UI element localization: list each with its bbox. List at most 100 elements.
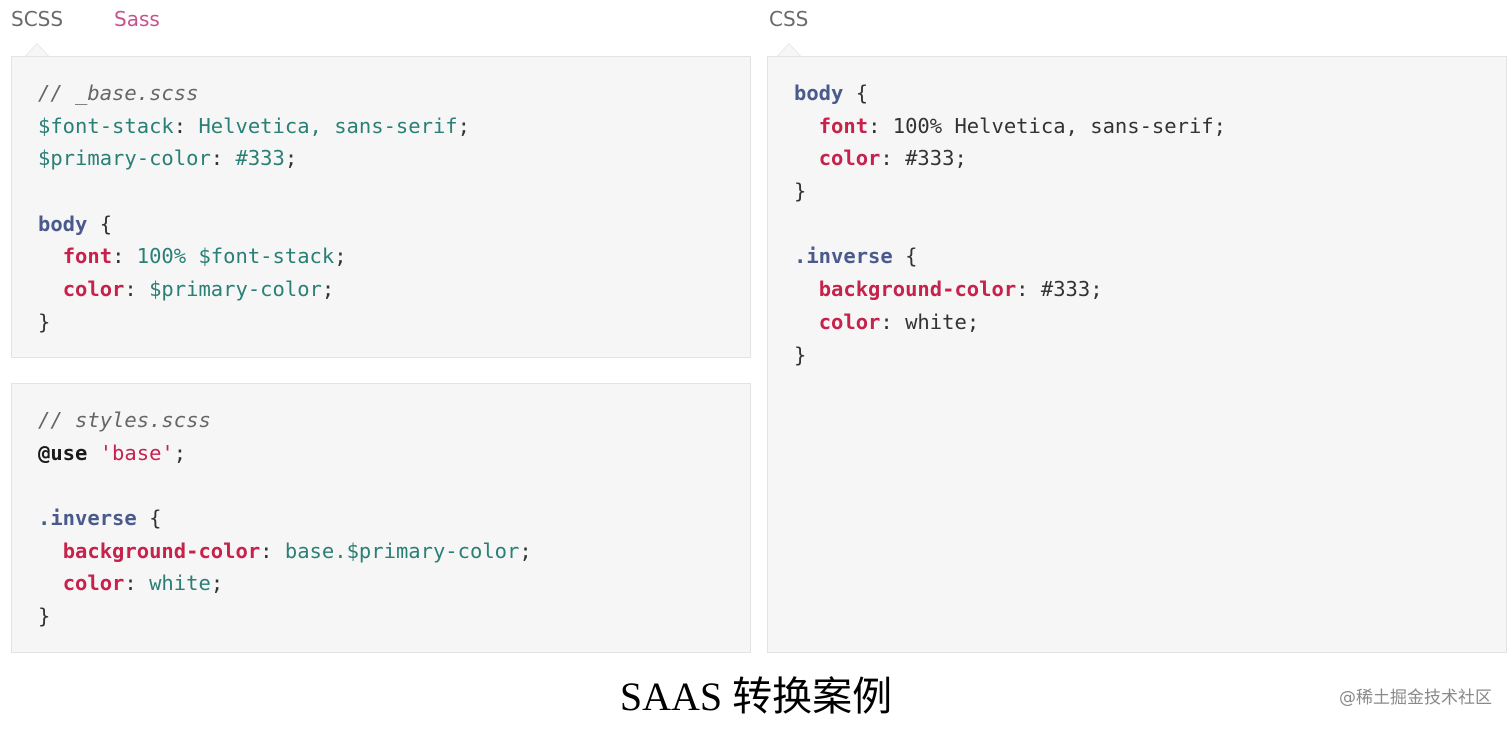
code-token: ;	[954, 146, 967, 171]
code-line: color: $primary-color;	[38, 273, 470, 306]
code-line: background-color: #333;	[794, 273, 1226, 306]
code-token: color	[818, 146, 881, 171]
code-token: {	[136, 506, 162, 531]
code-token: }	[794, 342, 807, 367]
css-output-panel: body { font: 100% Helvetica, sans-serif;…	[767, 56, 1507, 653]
code-token: color	[62, 571, 125, 596]
code-token: .inverse	[38, 506, 137, 531]
code-line: // styles.scss	[38, 404, 532, 437]
code-token: {	[892, 244, 918, 269]
code-line: font: 100% $font-stack;	[38, 240, 470, 273]
tab-scss[interactable]: SCSS	[11, 5, 63, 33]
code-token: :	[173, 113, 199, 138]
code-line: $primary-color: #333;	[38, 142, 470, 175]
code-line: body {	[38, 208, 470, 241]
code-token: :	[260, 538, 285, 563]
styles-scss-code: // styles.scss @use 'base'; .inverse { bac…	[38, 404, 532, 633]
base-scss-panel: // _base.scss $font-stack: Helvetica, san…	[11, 56, 751, 358]
code-token: 100% Helvetica, sans-serif	[892, 113, 1214, 138]
code-token: background-color	[818, 277, 1017, 302]
code-line: }	[38, 306, 470, 339]
code-line: }	[38, 600, 532, 633]
code-token: ;	[966, 309, 980, 334]
code-token: ;	[334, 244, 347, 269]
code-line: .inverse {	[794, 240, 1226, 273]
code-token: {	[87, 211, 113, 236]
code-token: #333	[235, 146, 285, 171]
code-token: $font-stack	[38, 113, 174, 138]
code-token: :	[868, 113, 893, 138]
code-token: :	[124, 571, 150, 596]
code-line: .inverse {	[38, 502, 532, 535]
code-line: }	[794, 175, 1226, 208]
code-token: :	[880, 146, 906, 171]
code-line: background-color: base.$primary-color;	[38, 535, 532, 568]
code-line: color: white;	[794, 306, 1226, 339]
code-token: color	[62, 277, 125, 302]
code-token: ;	[173, 440, 187, 465]
code-token: color	[818, 309, 881, 334]
code-token: }	[38, 604, 51, 629]
code-token: font	[818, 113, 869, 138]
code-token: ;	[321, 277, 335, 302]
css-output-code: body { font: 100% Helvetica, sans-serif;…	[794, 77, 1226, 371]
code-token: $primary-color	[38, 146, 211, 171]
code-token: ;	[519, 538, 532, 563]
code-token: ;	[1213, 113, 1226, 138]
active-tab-pointer	[24, 43, 50, 57]
code-token: @use	[38, 440, 88, 465]
code-token: font	[62, 244, 113, 269]
code-line: body {	[794, 77, 1226, 110]
code-line: font: 100% Helvetica, sans-serif;	[794, 110, 1226, 143]
code-line: color: #333;	[794, 142, 1226, 175]
figure-caption: SAAS 转换案例	[619, 674, 893, 719]
code-token: }	[38, 309, 51, 334]
code-token: $primary-color	[149, 277, 322, 302]
code-token: ;	[457, 113, 470, 138]
code-token: }	[794, 179, 807, 204]
code-token: ;	[1090, 277, 1103, 302]
code-token: // styles.scss	[38, 408, 211, 432]
code-token: // _base.scss	[38, 81, 199, 105]
tab-sass[interactable]: Sass	[114, 5, 160, 33]
code-token: ;	[210, 571, 224, 596]
code-token: :	[112, 244, 137, 269]
watermark: @稀土掘金技术社区	[1339, 688, 1492, 708]
code-token: background-color	[62, 538, 261, 563]
code-token: :	[1016, 277, 1041, 302]
tab-css[interactable]: CSS	[769, 5, 808, 33]
code-token: :	[880, 309, 906, 334]
code-token: white	[149, 571, 211, 596]
code-line: // _base.scss	[38, 77, 470, 110]
code-token: base.$primary-color	[284, 538, 520, 563]
css-tab-pointer	[776, 43, 802, 57]
code-line: color: white;	[38, 567, 532, 600]
code-token: body	[38, 211, 88, 236]
code-token: 'base'	[99, 440, 174, 465]
code-token: :	[124, 277, 150, 302]
code-line: }	[794, 339, 1226, 372]
code-token: .inverse	[794, 244, 893, 269]
code-token: Helvetica, sans-serif	[198, 113, 458, 138]
code-token: ;	[284, 146, 298, 171]
code-token: :	[210, 146, 236, 171]
code-token: white	[905, 309, 967, 334]
code-token: body	[794, 81, 844, 105]
styles-scss-panel: // styles.scss @use 'base'; .inverse { bac…	[11, 383, 751, 653]
code-token: #333	[905, 146, 955, 171]
code-line: $font-stack: Helvetica, sans-serif;	[38, 110, 470, 143]
code-token: #333	[1040, 277, 1091, 302]
code-token: {	[843, 81, 869, 105]
